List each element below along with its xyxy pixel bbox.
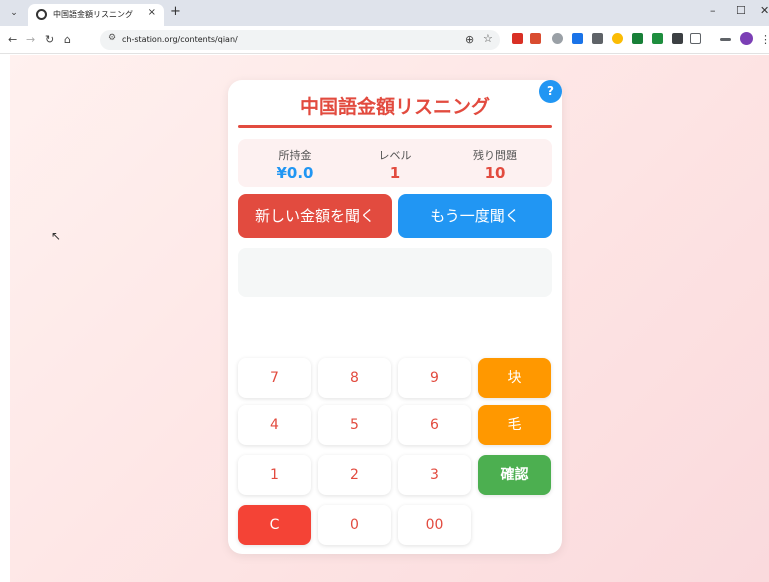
forward-arrow-icon[interactable]: →: [26, 33, 35, 46]
answer-display: [238, 248, 552, 297]
edit-extension-icon[interactable]: [572, 33, 583, 44]
stat-remaining-label: 残り問題: [473, 149, 517, 162]
color-extension-icon[interactable]: [612, 33, 623, 44]
key-4[interactable]: 4: [238, 405, 311, 445]
profile-avatar[interactable]: [740, 32, 753, 45]
site-info-icon[interactable]: ⚙: [108, 33, 116, 43]
stat-money-label: 所持金: [278, 149, 312, 162]
key-00[interactable]: 00: [398, 505, 471, 545]
replay-button[interactable]: もう一度聞く: [398, 194, 552, 238]
stat-remaining: 残り問題 10: [450, 147, 540, 182]
reload-icon[interactable]: ↻: [45, 33, 54, 46]
key-6[interactable]: 6: [398, 405, 471, 445]
new-tab-button[interactable]: +: [170, 4, 181, 19]
key-kuai[interactable]: 块: [478, 358, 551, 398]
sheet-extension-icon[interactable]: [652, 33, 663, 44]
key-5[interactable]: 5: [318, 405, 391, 445]
stat-money: 所持金 ¥0.0: [250, 147, 340, 182]
translate-extension-icon[interactable]: [592, 33, 603, 44]
key-0[interactable]: 0: [318, 505, 391, 545]
close-tab-icon[interactable]: ×: [148, 7, 156, 18]
url-text: ch-station.org/contents/qian/: [122, 35, 238, 44]
address-bar[interactable]: ⚙ ch-station.org/contents/qian/: [100, 30, 500, 50]
stat-level: レベル 1: [350, 147, 440, 182]
key-8[interactable]: 8: [318, 358, 391, 398]
stats-panel: 所持金 ¥0.0 レベル 1 残り問題 10: [238, 139, 552, 187]
zoom-icon[interactable]: ⊕: [465, 33, 474, 46]
key-3[interactable]: 3: [398, 455, 471, 495]
app-title: 中国語金額リスニング: [299, 96, 490, 118]
more-menu-icon[interactable]: ⋮: [760, 33, 769, 46]
back-arrow-icon[interactable]: ←: [8, 33, 17, 46]
globe-icon: [36, 9, 47, 20]
key-2[interactable]: 2: [318, 455, 391, 495]
gmail-extension-icon[interactable]: [512, 33, 523, 44]
window-close-icon[interactable]: ✕: [760, 4, 769, 17]
home-icon[interactable]: ⌂: [64, 33, 71, 46]
key-mao[interactable]: 毛: [478, 405, 551, 445]
chat-extension-icon[interactable]: [552, 33, 563, 44]
key-9[interactable]: 9: [398, 358, 471, 398]
key-1[interactable]: 1: [238, 455, 311, 495]
stat-level-label: レベル: [378, 149, 412, 162]
clear-button[interactable]: C: [238, 505, 311, 545]
tab-search-icon[interactable]: ⌄: [5, 5, 23, 21]
minimize-icon[interactable]: –: [710, 4, 716, 17]
reading-list-icon[interactable]: [720, 38, 731, 41]
bookmark-star-icon[interactable]: ☆: [483, 32, 493, 45]
new-amount-button[interactable]: 新しい金額を聞く: [238, 194, 392, 238]
green-extension-icon[interactable]: [632, 33, 643, 44]
tab-title: 中国語金額リスニング: [53, 10, 133, 19]
confirm-button[interactable]: 確認: [478, 455, 551, 495]
maximize-icon[interactable]: ☐: [736, 4, 746, 17]
key-7[interactable]: 7: [238, 358, 311, 398]
stat-remaining-value: 10: [484, 164, 506, 182]
extensions-puzzle-icon[interactable]: [690, 33, 701, 44]
new-extension-icon[interactable]: [530, 33, 541, 44]
mouse-cursor-icon: ↖: [51, 229, 62, 243]
stat-money-value: ¥0.0: [276, 164, 314, 182]
stat-level-value: 1: [389, 164, 401, 182]
title-divider: [238, 125, 552, 128]
browser-tab-bar: ⌄ 中国語金額リスニング × + – ☐ ✕: [0, 0, 769, 26]
browser-tab[interactable]: 中国語金額リスニング ×: [28, 4, 164, 26]
app-card: ? 中国語金額リスニング 所持金 ¥0.0 レベル 1 残り問題 10 新しい金…: [228, 80, 562, 554]
dark-extension-icon[interactable]: [672, 33, 683, 44]
